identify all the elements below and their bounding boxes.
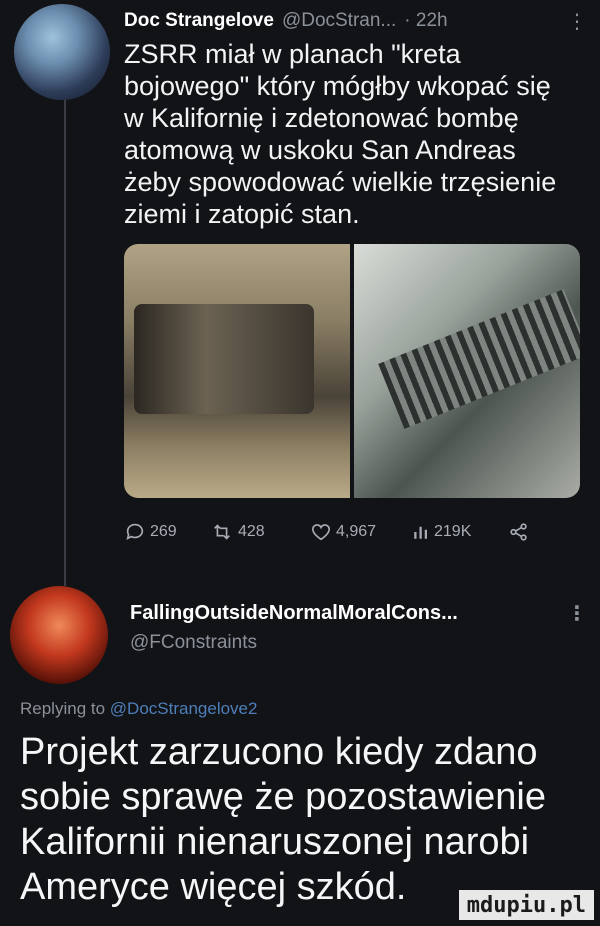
image-pipe-shape bbox=[134, 304, 314, 414]
site-watermark: mdupiu.pl bbox=[458, 890, 594, 920]
share-button[interactable] bbox=[508, 521, 530, 543]
retweet-icon bbox=[214, 524, 230, 540]
image-machine-shape bbox=[378, 289, 580, 429]
like-count: 4,967 bbox=[336, 523, 377, 540]
replying-to-line: Replying to @DocStrangelove2 bbox=[20, 699, 257, 719]
tweet-media[interactable] bbox=[124, 244, 580, 498]
reply-text: Projekt zarzucono kiedy zdano sobie spra… bbox=[20, 731, 546, 908]
tweet-header: Doc Strangelove @DocStran... · 22h ⋮ bbox=[124, 6, 587, 36]
tweet-text: ZSRR miał w planach "kreta bojowego" któ… bbox=[124, 39, 557, 229]
replying-to-mention[interactable]: @DocStrangelove2 bbox=[110, 699, 258, 718]
reply-author-handle[interactable]: @FConstraints bbox=[130, 632, 257, 654]
tweet-actions: 269 428 4,967 219K bbox=[124, 518, 574, 546]
share-icon bbox=[510, 523, 527, 541]
more-dots-icon[interactable]: ⋮ bbox=[567, 9, 587, 34]
like-button[interactable]: 4,967 bbox=[310, 521, 412, 543]
author-name[interactable]: Doc Strangelove bbox=[124, 10, 274, 32]
reply-author-name[interactable]: FallingOutsideNormalMoralCons... bbox=[130, 602, 458, 625]
reply-count: 269 bbox=[150, 523, 177, 540]
retweet-button[interactable]: 428 bbox=[210, 521, 310, 543]
views-count: 219K bbox=[434, 523, 472, 540]
author-avatar[interactable] bbox=[14, 4, 110, 100]
replying-prefix: Replying to bbox=[20, 699, 106, 718]
media-image-tunnel-borer[interactable] bbox=[124, 244, 350, 498]
media-image-mole-machine[interactable] bbox=[354, 244, 580, 498]
reply-button[interactable]: 269 bbox=[124, 521, 210, 543]
author-handle[interactable]: @DocStran... bbox=[282, 10, 396, 32]
reply-header: FallingOutsideNormalMoralCons... ⋮ bbox=[130, 598, 587, 628]
more-dots-icon[interactable]: ⋮ bbox=[567, 601, 587, 626]
reply-icon bbox=[126, 523, 144, 540]
like-icon bbox=[311, 524, 331, 541]
tweet-time[interactable]: · 22h bbox=[404, 10, 447, 32]
thread-connector-line bbox=[64, 100, 66, 586]
views-button[interactable]: 219K bbox=[412, 522, 508, 542]
reply-author-avatar[interactable] bbox=[10, 586, 108, 684]
views-icon bbox=[414, 526, 427, 539]
retweet-count: 428 bbox=[238, 523, 265, 540]
